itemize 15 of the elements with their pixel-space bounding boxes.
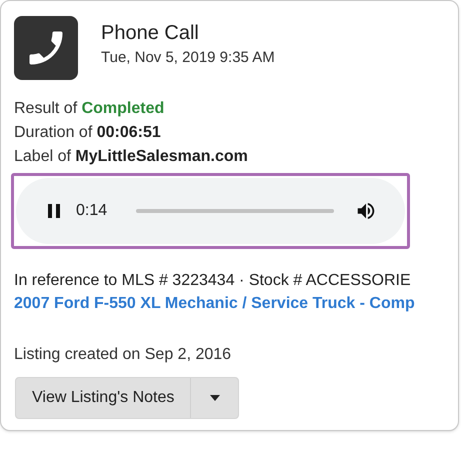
playback-time: 0:14: [76, 201, 108, 221]
detail-line: Duration of 00:06:51: [14, 123, 162, 143]
reference-text: In reference to MLS # 3223434 · Stock # ACCESSORIE: [14, 271, 412, 291]
detail-line: Label of MyLittleSalesman.com: [14, 147, 249, 167]
listing-created-text: Listing created on Sep 2, 2016: [14, 345, 232, 365]
phone-icon: [14, 16, 78, 80]
listing-link[interactable]: 2007 Ford F-550 XL Mechanic / Service Truck - Comp: [14, 292, 458, 315]
detail-line: Result of Completed: [14, 99, 166, 119]
call-title: Phone Call: [101, 21, 200, 46]
caret-icon: [210, 395, 220, 401]
volume-icon[interactable]: [355, 200, 377, 222]
progress-track[interactable]: [136, 209, 334, 213]
call-timestamp: Tue, Nov 5, 2019 9:35 AM: [101, 48, 275, 68]
audio-player[interactable]: 0:14: [16, 178, 405, 244]
pause-button[interactable]: [46, 203, 62, 219]
